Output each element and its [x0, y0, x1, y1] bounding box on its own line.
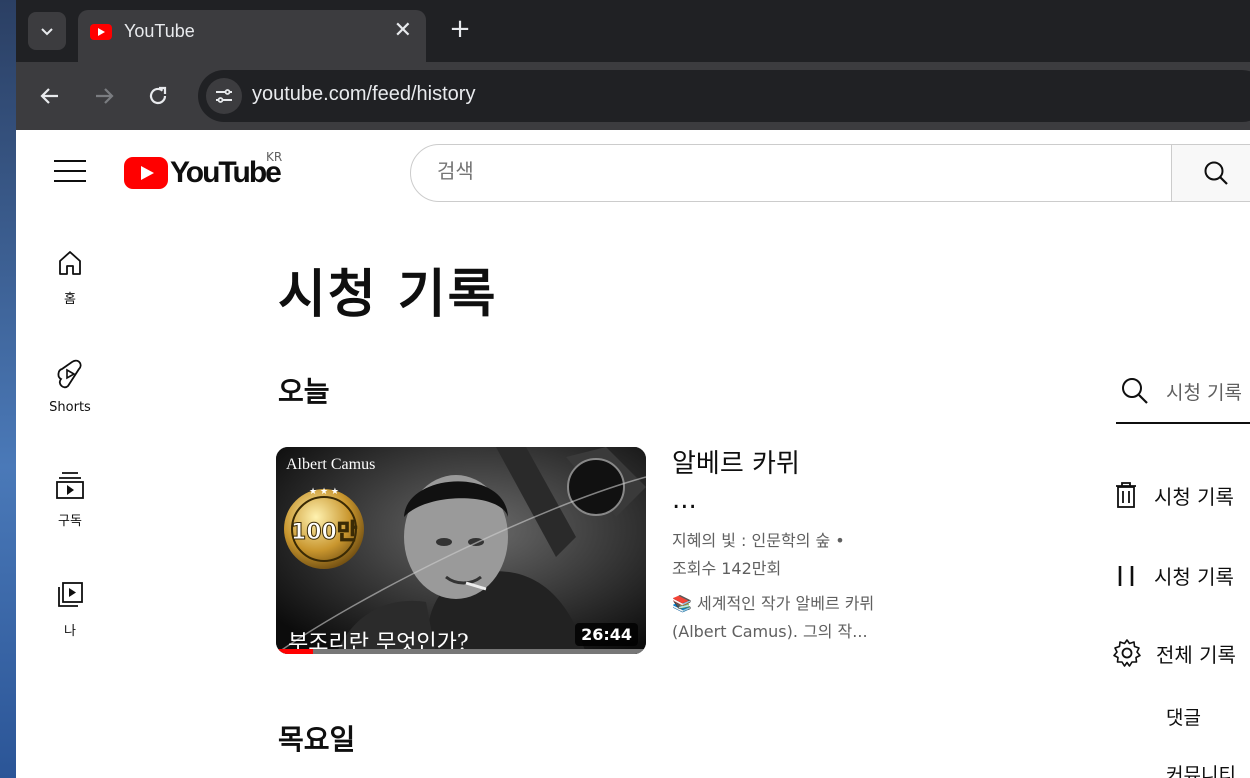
address-bar-row: youtube.com/feed/history	[16, 62, 1250, 130]
search-input[interactable]	[437, 159, 1137, 183]
country-code: KR	[266, 150, 283, 164]
sidebar-item-you[interactable]: 나	[34, 580, 106, 639]
tab-search-button[interactable]	[28, 12, 66, 50]
trash-icon	[1116, 482, 1136, 508]
page-title: 시청 기록	[278, 265, 498, 325]
history-search-placeholder: 시청 기록	[1166, 382, 1242, 404]
sidebar-item-label: 나	[64, 624, 76, 639]
search-icon	[1204, 161, 1228, 185]
history-sub-item-community[interactable]: 커뮤니티	[1166, 760, 1236, 778]
subscriptions-icon	[56, 472, 84, 499]
sidebar-item-home[interactable]: 홈	[34, 248, 106, 307]
desktop-background	[0, 0, 16, 778]
history-sub-item-comments[interactable]: 댓글	[1166, 703, 1201, 730]
forward-button[interactable]	[88, 80, 120, 112]
clear-history-button[interactable]: 시청 기록	[1112, 480, 1234, 510]
search-icon	[1122, 378, 1148, 404]
pause-history-button[interactable]: 시청 기록	[1112, 560, 1234, 590]
sidebar-item-label: 홈	[64, 292, 76, 307]
section-heading: 목요일	[278, 723, 356, 756]
tab-close-icon[interactable]: ✕	[394, 18, 412, 43]
thumbnail-top-text: Albert Camus	[286, 456, 375, 473]
thumbnail-badge-text: 100만	[291, 520, 357, 545]
svg-text:★ ★ ★: ★ ★ ★	[309, 487, 339, 497]
browser-tab[interactable]: YouTube ✕	[78, 10, 426, 62]
arrow-right-icon	[96, 88, 114, 104]
sidebar-item-shorts[interactable]: Shorts	[34, 358, 106, 415]
youtube-logo[interactable]: YouTube KR	[124, 150, 282, 190]
logo-text: YouTube	[170, 156, 282, 189]
youtube-favicon-icon	[90, 24, 112, 40]
video-channel[interactable]: 지혜의 빛 : 인문학의 숲 •	[672, 527, 845, 551]
shorts-icon	[57, 359, 82, 389]
pause-icon	[1118, 566, 1134, 586]
video-duration: 26:44	[575, 623, 638, 646]
video-description: 📚 세계적인 작가 알베르 카뮈(Albert Camus). 그의 작...	[672, 594, 875, 641]
omnibox[interactable]: youtube.com/feed/history	[198, 70, 1250, 122]
youtube-header: YouTube KR	[16, 130, 1250, 216]
section-heading: 오늘	[278, 375, 330, 408]
sidebar-item-label: 구독	[58, 514, 82, 529]
you-icon	[58, 582, 83, 607]
tune-icon	[216, 89, 232, 103]
back-button[interactable]	[34, 80, 66, 112]
home-icon	[59, 251, 81, 275]
browser-window: YouTube ✕ + youtube.com/feed/history You…	[16, 0, 1250, 778]
action-label: 시청 기록	[1154, 564, 1234, 589]
tab-bar: YouTube ✕ +	[16, 0, 1250, 62]
action-label: 시청 기록	[1154, 484, 1234, 509]
search-box[interactable]	[410, 144, 1172, 202]
action-label: 전체 기록	[1156, 642, 1236, 667]
video-title[interactable]: 알베르 카뮈 ...	[672, 446, 832, 518]
watch-progress-bar	[276, 649, 646, 654]
gear-icon	[1113, 639, 1141, 667]
url-text: youtube.com/feed/history	[252, 83, 476, 105]
search-button[interactable]	[1172, 144, 1250, 202]
tab-title: YouTube	[124, 21, 195, 41]
arrow-left-icon	[40, 88, 58, 104]
youtube-play-icon	[124, 157, 168, 189]
menu-icon[interactable]	[54, 160, 86, 186]
site-info-button[interactable]	[206, 78, 242, 114]
manage-history-button[interactable]: 전체 기록	[1112, 638, 1236, 668]
sidebar-item-label: Shorts	[49, 400, 91, 415]
reload-icon	[149, 86, 167, 105]
sidebar-item-subscriptions[interactable]: 구독	[34, 470, 106, 529]
chevron-down-icon	[41, 28, 53, 36]
history-search[interactable]: 시청 기록	[1116, 370, 1250, 424]
new-tab-button[interactable]: +	[444, 14, 476, 46]
reload-button[interactable]	[142, 80, 174, 112]
video-views: 조회수 142만회	[672, 559, 782, 578]
video-thumbnail[interactable]: ★ ★ ★ 100만 Albert Camus 부조리란 무엇인가? 26:44	[276, 447, 646, 654]
